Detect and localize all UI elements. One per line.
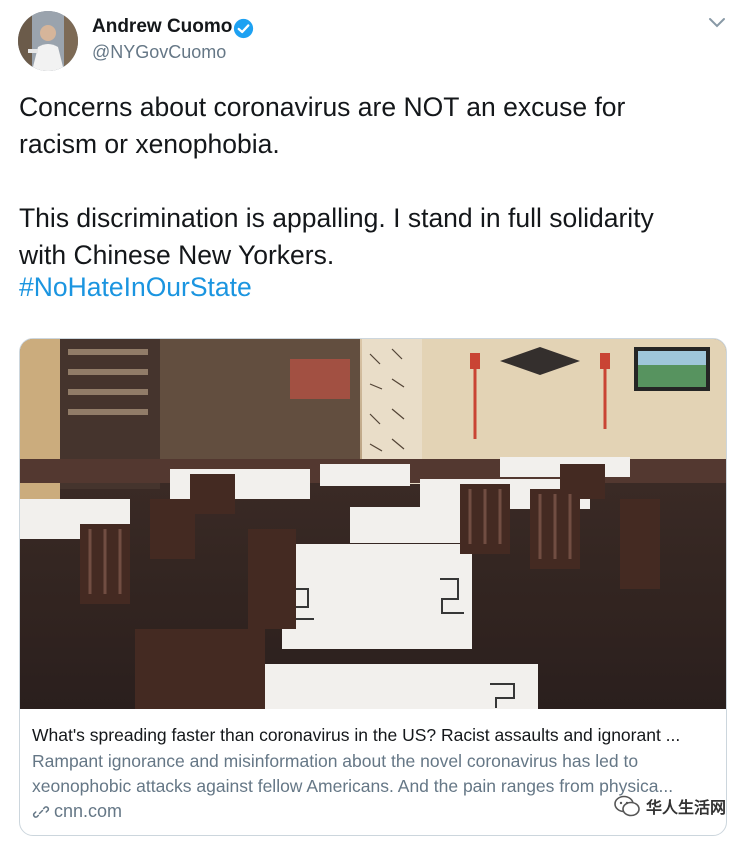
watermark: 华人生活网: [614, 794, 726, 818]
link-card[interactable]: What's spreading faster than coronavirus…: [19, 338, 727, 836]
card-text: What's spreading faster than coronavirus…: [32, 723, 722, 799]
avatar[interactable]: [18, 11, 78, 71]
restaurant-photo: [20, 339, 726, 709]
avatar-photo: [18, 11, 78, 71]
wechat-icon: [614, 795, 640, 817]
link-icon: [32, 805, 50, 818]
card-domain[interactable]: cnn.com: [32, 801, 122, 822]
card-description: Rampant ignorance and misinformation abo…: [32, 751, 674, 796]
verified-badge-icon: [233, 18, 254, 39]
card-title[interactable]: What's spreading faster than coronavirus…: [32, 723, 722, 747]
author-handle[interactable]: @NYGovCuomo: [92, 42, 226, 63]
card-domain-label: cnn.com: [54, 801, 123, 821]
hashtag-link[interactable]: #NoHateInOurState: [19, 272, 252, 303]
tweet-text: Concerns about coronavirus are NOT an ex…: [19, 92, 654, 270]
author-name[interactable]: Andrew Cuomo: [92, 16, 232, 38]
watermark-text: 华人生活网: [646, 800, 727, 817]
chevron-down-icon[interactable]: [708, 16, 726, 30]
